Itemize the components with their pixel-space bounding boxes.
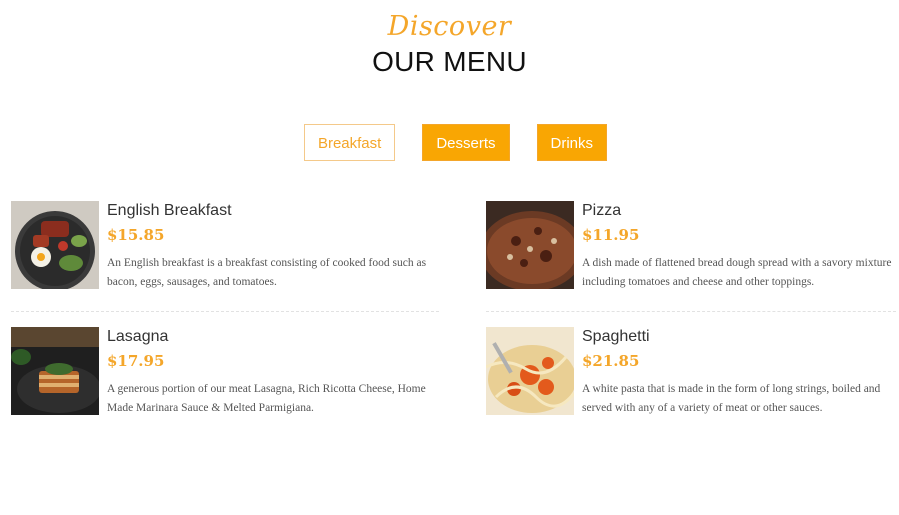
- lasagna-photo: [11, 327, 99, 415]
- tab-breakfast[interactable]: Breakfast: [303, 124, 396, 161]
- menu-item-name: English Breakfast: [107, 202, 232, 219]
- menu-item-description: An English breakfast is a breakfast cons…: [107, 257, 427, 288]
- menu-item-english-breakfast[interactable]: English Breakfast $15.85 An English brea…: [11, 201, 441, 301]
- row-divider: [486, 311, 896, 312]
- menu-item-price: $11.95: [582, 226, 640, 244]
- english-breakfast-photo: [11, 201, 99, 289]
- row-divider: [11, 311, 439, 312]
- section-kicker: Discover: [387, 11, 512, 42]
- tab-desserts[interactable]: Desserts: [422, 124, 510, 161]
- page-title: OUR MENU: [372, 46, 527, 77]
- menu-item-name: Pizza: [582, 202, 622, 219]
- menu-tabs: Breakfast Desserts Drinks: [0, 124, 899, 161]
- menu-item-price: $21.85: [582, 352, 640, 370]
- menu-item-name: Lasagna: [107, 328, 169, 345]
- menu-item-price: $15.85: [107, 226, 165, 244]
- menu-header: Discover OUR MENU: [0, 10, 899, 78]
- menu-item-description: A white pasta that is made in the form o…: [582, 383, 881, 414]
- menu-item-spaghetti[interactable]: Spaghetti $21.85 A white pasta that is m…: [486, 327, 899, 427]
- menu-item-lasagna[interactable]: Lasagna $17.95 A generous portion of our…: [11, 327, 441, 427]
- menu-item-price: $17.95: [107, 352, 165, 370]
- menu-item-description: A dish made of flattened bread dough spr…: [582, 257, 892, 288]
- menu-item-description: A generous portion of our meat Lasagna, …: [107, 383, 426, 414]
- pizza-photo: [486, 201, 574, 289]
- menu-item-name: Spaghetti: [582, 328, 650, 345]
- tab-drinks[interactable]: Drinks: [536, 124, 608, 161]
- spaghetti-photo: [486, 327, 574, 415]
- menu-item-pizza[interactable]: Pizza $11.95 A dish made of flattened br…: [486, 201, 899, 301]
